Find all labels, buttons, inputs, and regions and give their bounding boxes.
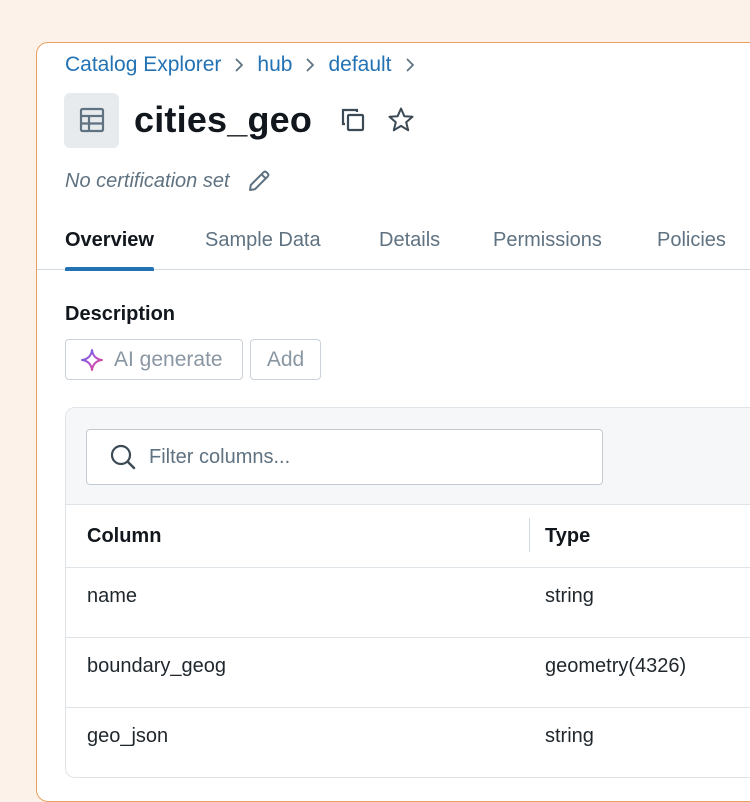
tab-bar: Overview Sample Data Details Permissions… <box>37 225 750 271</box>
tab-permissions-label: Permissions <box>493 229 602 251</box>
table-details-panel: Catalog Explorer hub default cities_geo … <box>36 42 750 802</box>
description-actions: AI generate Add <box>65 339 321 380</box>
tab-policies-label: Policies <box>657 229 726 251</box>
copy-icon[interactable] <box>336 103 370 137</box>
description-heading: Description <box>65 303 176 325</box>
column-name-cell: geo_json <box>87 725 169 747</box>
ai-generate-label: AI generate <box>114 347 223 371</box>
pencil-icon[interactable] <box>242 164 276 198</box>
breadcrumb-catalog-explorer[interactable]: Catalog Explorer <box>65 53 221 77</box>
column-name-cell: name <box>87 585 138 607</box>
tab-details-label: Details <box>379 229 441 251</box>
sparkle-icon <box>80 348 104 372</box>
table-row[interactable]: name string <box>66 568 750 638</box>
tab-overview[interactable]: Overview <box>65 229 154 271</box>
column-header-type[interactable]: Type <box>545 525 590 548</box>
table-row[interactable]: geo_json string <box>66 708 750 777</box>
page-title: cities_geo <box>134 99 313 140</box>
column-type-cell: string <box>545 585 594 607</box>
title-row: cities_geo <box>64 92 418 148</box>
column-name-cell: boundary_geog <box>87 655 227 677</box>
tab-policies[interactable]: Policies <box>657 229 726 270</box>
filter-columns-input[interactable] <box>149 445 579 469</box>
ai-generate-button[interactable]: AI generate <box>65 339 243 380</box>
chevron-right-icon <box>392 58 428 72</box>
chevron-right-icon <box>292 58 328 72</box>
filter-columns-field[interactable] <box>86 429 603 485</box>
add-description-label: Add <box>266 347 305 371</box>
column-resize-handle[interactable] <box>529 518 530 552</box>
filter-toolbar <box>66 408 750 505</box>
tab-permissions[interactable]: Permissions <box>493 229 602 270</box>
certification-row: No certification set <box>65 166 276 196</box>
breadcrumb: Catalog Explorer hub default <box>65 52 428 78</box>
column-type-cell: geometry(4326) <box>545 655 687 677</box>
columns-table: Column Type name string boundary_geog ge… <box>65 407 750 778</box>
breadcrumb-hub[interactable]: hub <box>257 53 292 77</box>
column-type-cell: string <box>545 725 594 747</box>
table-row[interactable]: boundary_geog geometry(4326) <box>66 638 750 708</box>
chevron-right-icon <box>221 58 257 72</box>
tab-sample-data[interactable]: Sample Data <box>205 229 321 270</box>
column-header-column[interactable]: Column <box>87 525 161 548</box>
tab-details[interactable]: Details <box>379 229 440 270</box>
certification-status: No certification set <box>65 169 230 192</box>
tab-overview-label: Overview <box>65 229 154 251</box>
add-description-button[interactable]: Add <box>250 339 321 380</box>
active-tab-indicator <box>65 267 154 271</box>
tab-sample-data-label: Sample Data <box>205 229 321 251</box>
table-header: Column Type <box>66 505 750 568</box>
star-icon[interactable] <box>384 103 418 137</box>
search-icon <box>109 443 137 471</box>
breadcrumb-default[interactable]: default <box>328 53 391 77</box>
table-icon <box>64 92 119 148</box>
